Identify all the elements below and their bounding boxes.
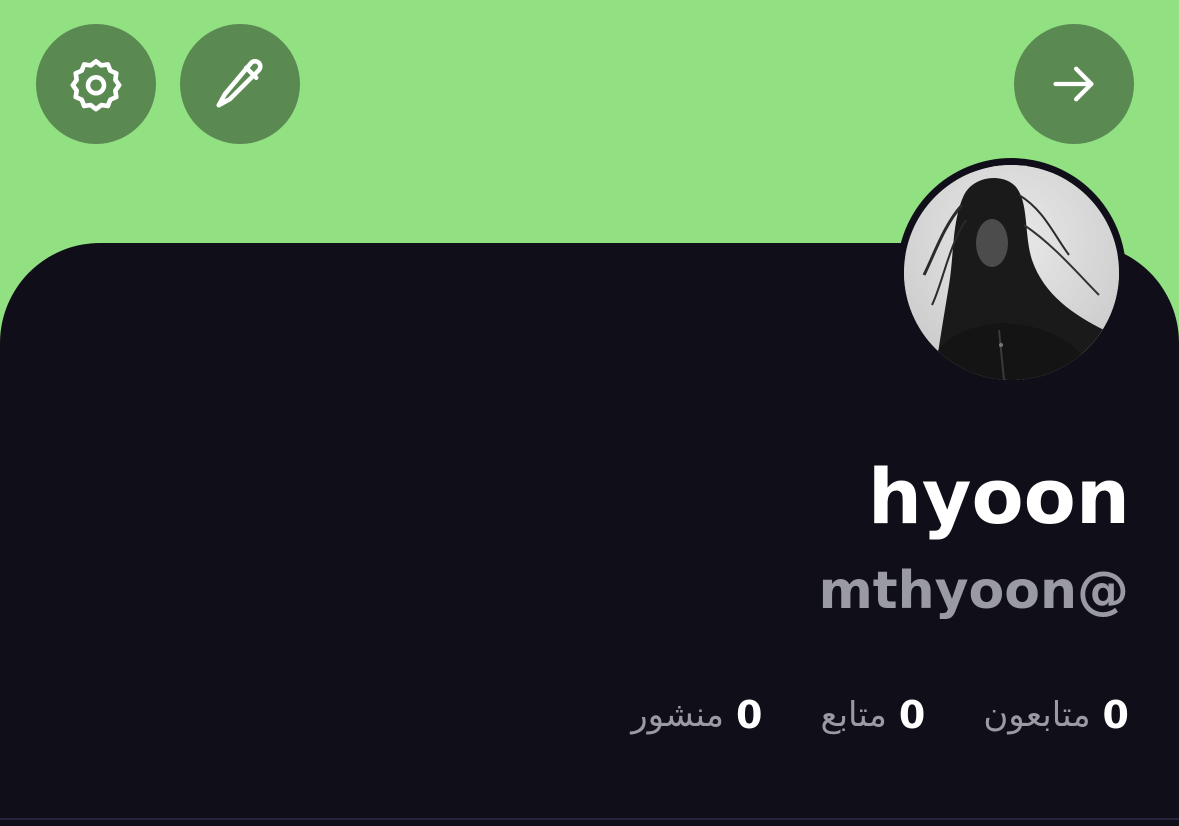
username-handle: mthyoon@ <box>818 561 1129 621</box>
following-label: متابع <box>820 695 887 735</box>
pencil-icon <box>216 58 263 108</box>
divider <box>0 818 1179 820</box>
followers-count: 0 <box>1102 693 1129 737</box>
edit-profile-button[interactable] <box>180 24 300 144</box>
followers-label: متابعون <box>983 695 1091 735</box>
settings-button[interactable] <box>36 24 156 144</box>
followers-stat[interactable]: 0 متابعون <box>983 690 1129 740</box>
following-stat[interactable]: 0 متابع <box>820 690 925 740</box>
display-name: hyoon <box>867 452 1130 541</box>
profile-stats: 0 متابعون 0 متابع 0 منشور <box>631 690 1129 740</box>
profile-screen: hyoon mthyoon@ 0 متابعون 0 متابع 0 منشور <box>0 0 1179 826</box>
avatar[interactable] <box>904 165 1119 380</box>
posts-stat[interactable]: 0 منشور <box>631 690 762 740</box>
arrow-right-icon <box>1053 66 1094 102</box>
profile-photo <box>904 165 1119 380</box>
avatar-ring <box>897 158 1126 387</box>
posts-count: 0 <box>736 693 763 737</box>
gear-icon <box>70 58 122 112</box>
forward-button[interactable] <box>1014 24 1134 144</box>
posts-label: منشور <box>631 695 725 735</box>
following-count: 0 <box>898 693 926 737</box>
